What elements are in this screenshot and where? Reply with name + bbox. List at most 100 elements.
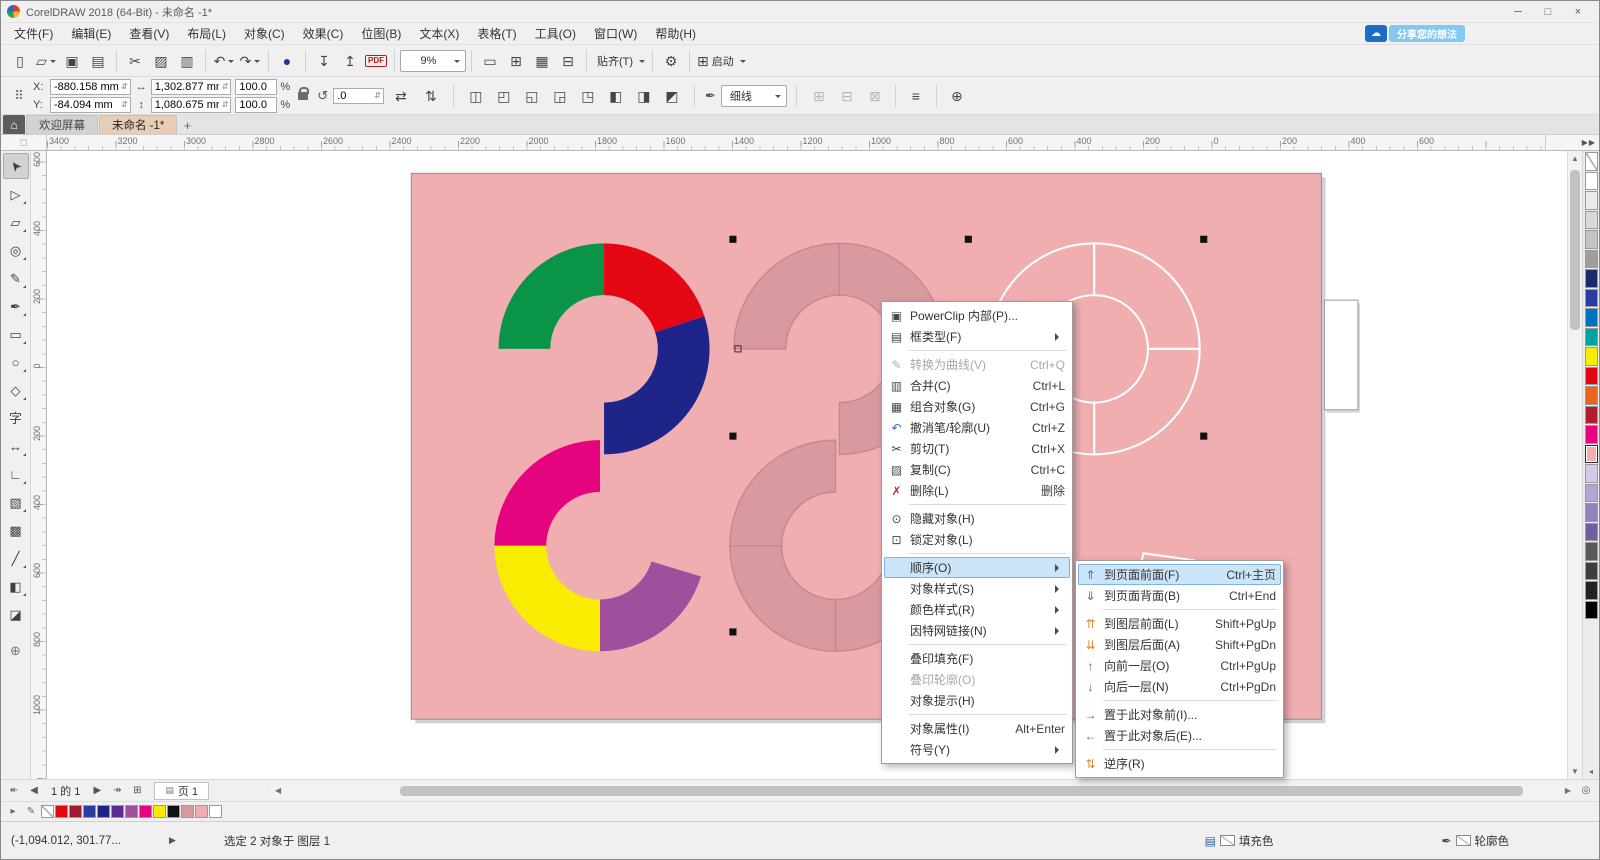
menu-table[interactable]: 表格(T): [468, 23, 525, 44]
maximize-button[interactable]: □: [1533, 3, 1563, 21]
color-swatch[interactable]: [69, 805, 82, 818]
color-swatch[interactable]: [1585, 601, 1598, 620]
weld-button[interactable]: ◰: [491, 83, 517, 109]
trim-button[interactable]: ◱: [519, 83, 545, 109]
ctx-copy[interactable]: ▨ 复制(C) Ctrl+C: [884, 459, 1070, 480]
freehand-tool[interactable]: ✎: [3, 265, 29, 291]
edit-fill-button[interactable]: ⊟: [834, 83, 860, 109]
rotation-angle-input[interactable]: [334, 89, 374, 103]
ctx-overprint-outline[interactable]: 叠印轮廓(O): [884, 669, 1070, 690]
ctx-hide-object[interactable]: ⊙ 隐藏对象(H): [884, 508, 1070, 529]
color-swatch[interactable]: [1585, 406, 1598, 425]
ctx-powerclip-inside[interactable]: ▣ PowerClip 内部(P)...: [884, 305, 1070, 326]
color-swatch[interactable]: [1585, 191, 1598, 210]
color-swatch[interactable]: [1585, 250, 1598, 269]
canvas-artwork[interactable]: [47, 151, 1567, 779]
create-boundary-button[interactable]: ◩: [659, 83, 685, 109]
scroll-left-icon[interactable]: ◀: [271, 784, 285, 798]
outline-status[interactable]: ✒ 轮廓色: [1441, 833, 1509, 849]
connector-tool[interactable]: ∟: [3, 461, 29, 487]
color-swatch[interactable]: [1585, 347, 1598, 366]
ctx-symbol[interactable]: 符号(Y): [884, 739, 1070, 760]
intersect-button[interactable]: ◲: [547, 83, 573, 109]
shape-tool[interactable]: ▷: [3, 181, 29, 207]
color-swatch[interactable]: [41, 805, 54, 818]
first-page-button[interactable]: ↞: [5, 782, 23, 800]
menu-help[interactable]: 帮助(H): [646, 23, 705, 44]
menu-tools[interactable]: 工具(O): [526, 23, 585, 44]
spinner-icon[interactable]: ⇵: [374, 91, 383, 100]
horizontal-scrollbar[interactable]: ◀ ▶: [271, 784, 1575, 798]
ctx-cut[interactable]: ✂ 剪切(T) Ctrl+X: [884, 438, 1070, 459]
tab-scroll-right-icon[interactable]: ▶: [1582, 138, 1588, 147]
ellipse-tool[interactable]: ○: [3, 349, 29, 375]
quick-customize-button[interactable]: ⊕: [944, 83, 970, 109]
color-swatch[interactable]: [1585, 445, 1598, 464]
scale-y-input[interactable]: [236, 98, 276, 112]
spinner-icon[interactable]: ⇵: [121, 82, 130, 91]
color-swatch[interactable]: [1585, 367, 1598, 386]
close-button[interactable]: ×: [1563, 3, 1593, 21]
expand-status-icon[interactable]: ▶: [161, 835, 184, 846]
text-tool[interactable]: 字: [3, 405, 29, 431]
back-minus-front-button[interactable]: ◨: [631, 83, 657, 109]
menu-bitmaps[interactable]: 位图(B): [352, 23, 410, 44]
color-swatch[interactable]: [1585, 172, 1598, 191]
menu-view[interactable]: 查看(V): [120, 23, 178, 44]
y-position-input[interactable]: [51, 98, 121, 112]
color-swatch[interactable]: [1585, 581, 1598, 600]
ctx-delete[interactable]: ✗ 删除(L) 删除: [884, 480, 1070, 501]
home-tab-button[interactable]: ⌂: [3, 115, 25, 134]
order-to-back-of-layer[interactable]: ⇊ 到图层后面(A) Shift+PgDn: [1078, 634, 1281, 655]
horizontal-scroll-track[interactable]: [285, 784, 1561, 798]
add-page-button[interactable]: ⊞: [128, 782, 146, 800]
tab-scroll-right-icon[interactable]: ▶: [1589, 138, 1595, 147]
color-swatch[interactable]: [167, 805, 180, 818]
color-swatch[interactable]: [1585, 425, 1598, 444]
order-in-front-of[interactable]: → 置于此对象前(I)...: [1078, 704, 1281, 725]
save-button[interactable]: ▣: [59, 48, 85, 74]
menu-effects[interactable]: 效果(C): [294, 23, 353, 44]
page-1-tab[interactable]: ▤页 1: [154, 782, 209, 800]
color-swatch[interactable]: [1585, 542, 1598, 561]
color-swatch[interactable]: [1585, 308, 1598, 327]
color-swatch[interactable]: [153, 805, 166, 818]
zoom-tool[interactable]: ◎: [3, 237, 29, 263]
ctx-color-styles[interactable]: 颜色样式(R): [884, 599, 1070, 620]
ctx-frame-type[interactable]: ▤ 框类型(F): [884, 326, 1070, 347]
ctx-object-styles[interactable]: 对象样式(S): [884, 578, 1070, 599]
order-to-back-of-page[interactable]: ⇓ 到页面背面(B) Ctrl+End: [1078, 585, 1281, 606]
spinner-icon[interactable]: ⇵: [222, 82, 231, 91]
copy-button[interactable]: ▨: [148, 48, 174, 74]
ctx-convert-to-curves[interactable]: ✎ 转换为曲线(V) Ctrl+Q: [884, 354, 1070, 375]
color-swatch[interactable]: [1585, 562, 1598, 581]
horizontal-ruler[interactable]: 3400 3200 3000 2800 2600 2400 2200 2000 …: [47, 135, 1545, 150]
color-swatch[interactable]: [1585, 211, 1598, 230]
object-height-field[interactable]: ⇵: [151, 97, 232, 113]
menu-edit[interactable]: 编辑(E): [62, 23, 120, 44]
scale-y-field[interactable]: [235, 97, 277, 113]
color-swatch[interactable]: [209, 805, 222, 818]
color-swatch[interactable]: [1585, 523, 1598, 542]
color-swatch[interactable]: [97, 805, 110, 818]
spinner-icon[interactable]: ⇵: [222, 100, 231, 109]
minimize-button[interactable]: ─: [1503, 3, 1533, 21]
color-swatch[interactable]: [195, 805, 208, 818]
color-swatch[interactable]: [1585, 289, 1598, 308]
color-swatch[interactable]: [1585, 464, 1598, 483]
object-width-input[interactable]: [152, 80, 222, 94]
mirror-horizontal-button[interactable]: ⇄: [388, 83, 414, 109]
color-swatch[interactable]: [1585, 386, 1598, 405]
color-swatch[interactable]: [111, 805, 124, 818]
menu-file[interactable]: 文件(F): [5, 23, 62, 44]
menu-layout[interactable]: 布局(L): [178, 23, 235, 44]
order-behind[interactable]: ← 置于此对象后(E)...: [1078, 725, 1281, 746]
color-swatch[interactable]: [1585, 269, 1598, 288]
outline-position-button[interactable]: ⊞: [806, 83, 832, 109]
undo-button[interactable]: ↶: [211, 48, 237, 74]
ctx-overprint-fill[interactable]: 叠印填充(F): [884, 648, 1070, 669]
color-swatch[interactable]: [1585, 152, 1598, 171]
fill-status[interactable]: ▤ 填充色: [1205, 833, 1274, 849]
menu-window[interactable]: 窗口(W): [585, 23, 646, 44]
color-swatch[interactable]: [125, 805, 138, 818]
